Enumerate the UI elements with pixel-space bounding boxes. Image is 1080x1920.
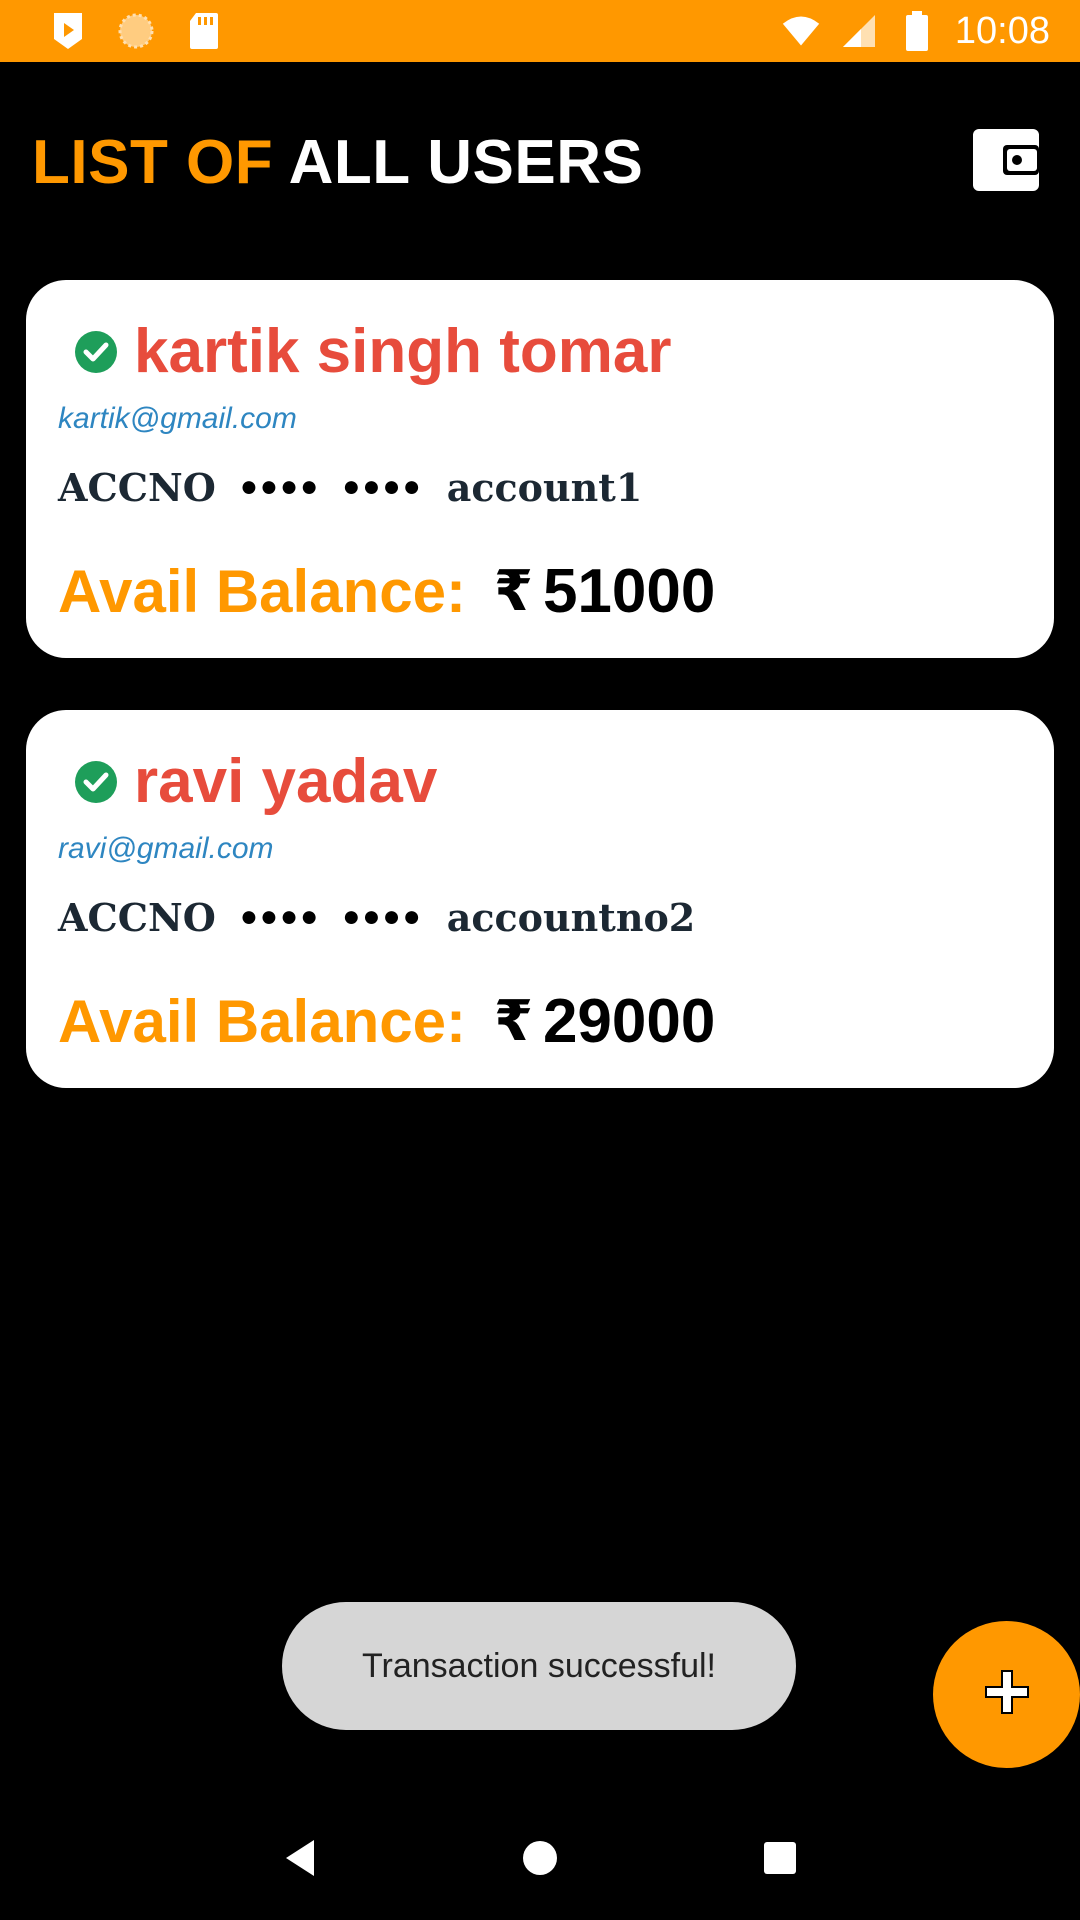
user-name-row: ravi yadav: [58, 746, 1022, 818]
account-number: accountno2: [446, 894, 696, 940]
sd-card-icon: [184, 11, 224, 51]
sun-icon: [116, 11, 156, 51]
user-card[interactable]: ravi yadav ravi@gmail.com ACCNO ●●●● ●●●…: [26, 710, 1054, 1088]
balance-label: Avail Balance:: [58, 557, 466, 625]
balance-value: 51000: [542, 556, 716, 626]
app-header: LIST OF ALL USERS: [0, 62, 1080, 262]
user-name: kartik singh tomar: [134, 317, 672, 386]
currency-symbol: ₹: [493, 559, 533, 622]
battery-icon: [897, 11, 937, 51]
play-store-icon: [48, 11, 88, 51]
user-email: kartik@gmail.com: [58, 402, 297, 435]
back-button[interactable]: [260, 1820, 340, 1900]
navigation-bar: [0, 1800, 1080, 1920]
title-main: ALL USERS: [288, 127, 644, 197]
balance-label: Avail Balance:: [58, 987, 466, 1055]
user-card[interactable]: kartik singh tomar kartik@gmail.com ACCN…: [26, 280, 1054, 658]
user-list: kartik singh tomar kartik@gmail.com ACCN…: [26, 280, 1054, 1140]
back-icon: [282, 1838, 318, 1883]
wallet-icon: [971, 127, 1041, 198]
title-accent: LIST OF: [32, 127, 274, 197]
balance-value: 29000: [542, 986, 716, 1056]
user-name: ravi yadav: [134, 747, 438, 816]
balance-row: Avail Balance: ₹ 51000: [58, 556, 1022, 626]
page-title: LIST OF ALL USERS: [32, 127, 643, 198]
status-time: 10:08: [954, 9, 1050, 52]
currency-symbol: ₹: [493, 989, 533, 1052]
account-row: ACCNO ●●●● ●●●● account1: [58, 460, 1022, 514]
recents-icon: [762, 1840, 798, 1881]
recents-button[interactable]: [740, 1820, 820, 1900]
add-user-button[interactable]: [933, 1621, 1080, 1768]
status-bar: 10:08: [0, 0, 1080, 62]
balance-row: Avail Balance: ₹ 29000: [58, 986, 1022, 1056]
home-button[interactable]: [500, 1820, 580, 1900]
home-icon: [520, 1838, 560, 1883]
account-number: account1: [446, 464, 643, 510]
user-email: ravi@gmail.com: [58, 832, 274, 865]
wifi-icon: [781, 11, 821, 51]
account-mask: ●●●●: [239, 470, 321, 503]
verified-badge-icon: [72, 758, 120, 806]
status-right: 10:08: [781, 10, 1050, 53]
signal-icon: [839, 11, 879, 51]
verified-badge-icon: [72, 328, 120, 376]
user-name-row: kartik singh tomar: [58, 316, 1022, 388]
toast-message: Transaction successful!: [282, 1602, 796, 1730]
account-row: ACCNO ●●●● ●●●● accountno2: [58, 890, 1022, 944]
account-mask: ●●●●: [342, 470, 423, 503]
account-label: ACCNO: [58, 464, 216, 510]
account-label: ACCNO: [58, 894, 216, 940]
app-screen: 10:08 LIST OF ALL USERS kartik singh tom…: [0, 0, 1080, 1920]
account-mask: ●●●●: [342, 900, 423, 933]
wallet-button[interactable]: [968, 124, 1044, 200]
status-left: [48, 11, 224, 51]
plus-icon: [982, 1667, 1032, 1722]
account-mask: ●●●●: [239, 900, 321, 933]
